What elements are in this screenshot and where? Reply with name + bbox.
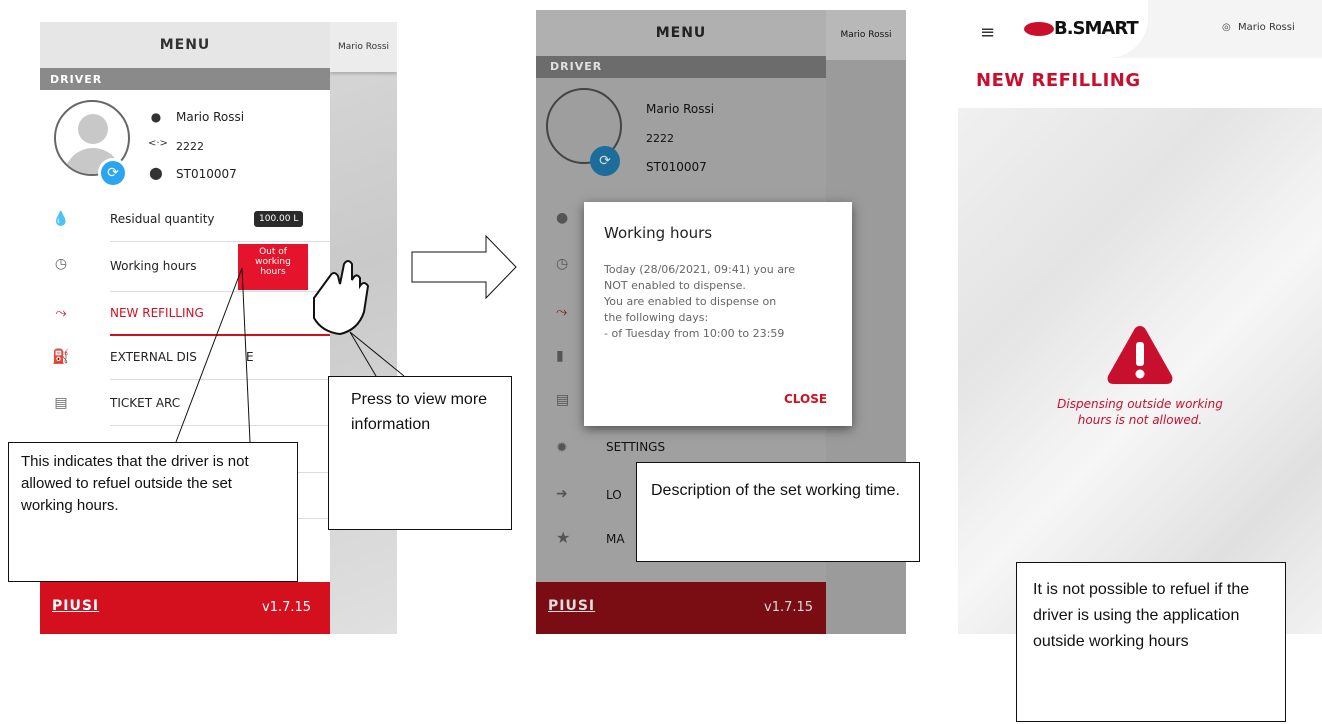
bsmart-logo: B.SMART — [1054, 18, 1139, 39]
car-icon — [1024, 22, 1054, 36]
ticket-icon: ▤ — [556, 392, 570, 408]
callout-not-possible: It is not possible to refuel if the driv… — [1016, 562, 1286, 722]
user-name[interactable]: Mario Rossi — [1238, 22, 1295, 33]
dialog-title: Working hours — [604, 224, 713, 242]
sync-icon: ⟳ — [590, 146, 620, 176]
drop-icon: ● — [556, 210, 569, 226]
gear-icon: ✹ — [556, 440, 568, 456]
menu-title: MENU — [536, 10, 826, 56]
warning-line: Dispensing outside working — [1057, 397, 1223, 411]
section-header-driver: DRIVER — [536, 56, 826, 78]
logout-label: LO — [606, 488, 622, 502]
top-user-label: Mario Rossi — [826, 10, 906, 60]
dialog-line: NOT enabled to dispense. — [604, 279, 746, 292]
footer-bar: PIUSI v1.7.15 — [536, 582, 826, 634]
app-top-bar: ≡ B.SMART ◎ Mario Rossi — [958, 0, 1322, 58]
driver-code: 2222 — [646, 132, 674, 145]
fuel-nozzle-icon: ⤳ — [556, 304, 568, 320]
star-icon: ★ — [556, 528, 571, 547]
app-version: v1.7.15 — [764, 600, 814, 615]
clock-icon: ◷ — [556, 256, 569, 272]
screen-new-refilling: ≡ B.SMART ◎ Mario Rossi NEW REFILLING Di… — [958, 0, 1322, 634]
hand-tap-icon — [300, 250, 380, 340]
driver-station: ST010007 — [646, 160, 707, 174]
page-title: NEW REFILLING — [976, 70, 1141, 91]
driver-name: Mario Rossi — [646, 102, 715, 116]
settings-label: SETTINGS — [606, 440, 666, 454]
dialog-line: the following days: — [604, 311, 709, 324]
working-hours-dialog: Working hours Today (28/06/2021, 09:41) … — [584, 202, 852, 426]
close-button[interactable]: CLOSE — [784, 392, 827, 406]
hamburger-menu-icon[interactable]: ≡ — [980, 22, 995, 43]
warning-line: hours is not allowed. — [1077, 413, 1203, 427]
logout-icon: ➜ — [556, 486, 568, 502]
fuel-pump-icon: ▮ — [556, 348, 564, 364]
warning-triangle-icon — [1104, 322, 1176, 388]
callout-press-to-view: Press to view more information — [328, 376, 512, 530]
warning-message: Dispensing outside working hours is not … — [958, 396, 1322, 428]
dialog-line: Today (28/06/2021, 09:41) you are — [604, 263, 795, 276]
dialog-body: Today (28/06/2021, 09:41) you are NOT en… — [604, 262, 795, 342]
callout-description: Description of the set working time. — [636, 462, 920, 562]
user-circle-icon: ◎ — [1222, 22, 1231, 33]
piusi-logo: PIUSI — [548, 598, 596, 614]
dialog-line: - of Tuesday from 10:00 to 23:59 — [604, 327, 785, 340]
callout-indicates: This indicates that the driver is not al… — [8, 442, 298, 582]
manual-label: MA — [606, 532, 625, 546]
dialog-line: You are enabled to dispense on — [604, 295, 777, 308]
